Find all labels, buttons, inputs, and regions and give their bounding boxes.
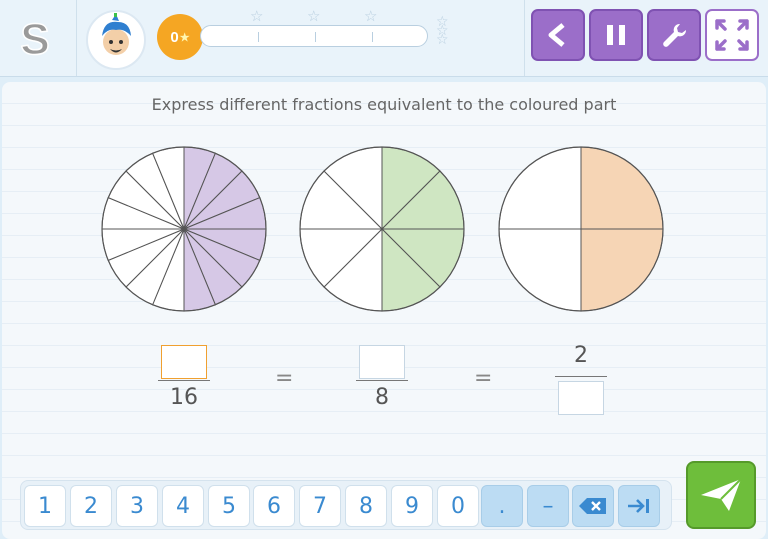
digit-key-5[interactable]: 5 [208,485,250,527]
decimal-key[interactable]: . [481,485,523,527]
digit-key-4[interactable]: 4 [162,485,204,527]
digit-key-1[interactable]: 1 [24,485,66,527]
numerator-input-2[interactable] [359,345,405,379]
tab-key[interactable] [618,485,660,527]
digit-key-3[interactable]: 3 [116,485,158,527]
slice-filled [580,146,664,230]
fraction-circle-3 [498,146,664,312]
submit-button[interactable] [686,461,756,529]
fraction-bar [158,380,210,381]
denominator-input-3[interactable] [558,381,604,415]
digit-key-9[interactable]: 9 [391,485,433,527]
fraction-bar [555,376,607,377]
digit-key-6[interactable]: 6 [253,485,295,527]
minus-key[interactable]: – [527,485,569,527]
digit-key-0[interactable]: 0 [437,485,479,527]
numerator-3: 2 [574,343,588,368]
slice-filled [580,228,664,312]
paper-plane-icon [701,478,742,511]
backspace-icon [579,498,606,514]
digit-key-2[interactable]: 2 [70,485,112,527]
fraction-bar [356,380,408,381]
fraction-circle-2 [299,146,465,312]
slice-empty [498,228,582,312]
denominator-2: 8 [375,385,389,410]
slice-empty [498,146,582,230]
digit-key-7[interactable]: 7 [299,485,341,527]
fraction-circle-1 [101,146,267,312]
equals-sign: = [474,366,493,391]
equals-sign: = [275,366,294,391]
numerator-input-1[interactable] [161,345,207,379]
digit-key-8[interactable]: 8 [345,485,387,527]
tab-icon [628,499,649,513]
backspace-key[interactable] [572,485,614,527]
fraction-circles [101,146,664,312]
denominator-1: 16 [170,385,198,410]
